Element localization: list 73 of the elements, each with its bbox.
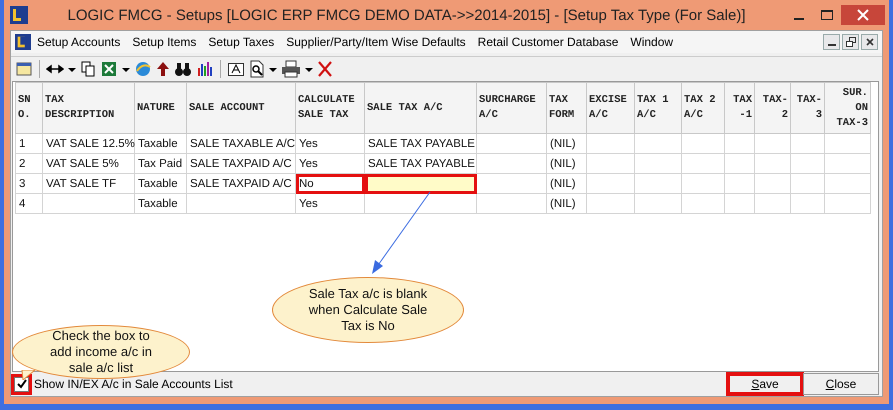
- binoculars-icon[interactable]: [174, 60, 192, 78]
- column-header[interactable]: TAX 2 A/C: [682, 82, 724, 134]
- close-icon: [866, 38, 874, 46]
- copy-icon[interactable]: [80, 60, 96, 78]
- table-cell: Yes: [296, 134, 364, 154]
- restore-icon: [846, 37, 856, 47]
- printer-icon[interactable]: [281, 60, 301, 78]
- column-header[interactable]: SUR. ON TAX-3: [824, 82, 870, 134]
- app-logo-icon: [10, 6, 28, 24]
- column-header[interactable]: TAX- 3: [790, 82, 824, 134]
- window-title: LOGIC FMCG - Setups [LOGIC ERP FMCG DEMO DATA->>2014-2015] - [Setup Tax Type (For Sale)]: [66, 6, 746, 24]
- bar-chart-icon[interactable]: [196, 60, 214, 78]
- table-cell: SALE TAXPAID A/C: [186, 154, 296, 174]
- table-cell: 1: [16, 134, 42, 154]
- table-cell: Taxable: [134, 134, 186, 154]
- table-cell: Tax Paid: [134, 154, 186, 174]
- close-button[interactable]: [861, 34, 878, 50]
- window-icon[interactable]: [15, 60, 33, 78]
- table-cell: (NIL): [546, 134, 586, 154]
- column-header[interactable]: SALE ACCOUNT: [186, 82, 296, 134]
- column-header[interactable]: TAX -1: [724, 82, 754, 134]
- table-cell: Taxable: [134, 194, 186, 214]
- menu-item[interactable]: Supplier/Party/Item Wise Defaults: [280, 33, 472, 51]
- app-logo-icon: [15, 34, 31, 50]
- table-cell: VAT SALE 5%: [42, 154, 134, 174]
- spreadsheet-icon[interactable]: [100, 60, 118, 78]
- close-button[interactable]: Close: [803, 373, 879, 395]
- table-cell: SALE TAXABLE A/C: [186, 134, 296, 154]
- menu-item[interactable]: Setup Items: [126, 33, 202, 51]
- table-cell: SALE TAXPAID A/C: [186, 174, 296, 194]
- table-cell: 4: [16, 194, 42, 214]
- minimize-icon: [828, 44, 836, 46]
- table-cell: 3: [16, 174, 42, 194]
- menu-item[interactable]: Window: [624, 33, 680, 51]
- table-cell: Taxable: [134, 174, 186, 194]
- table-cell: VAT SALE 12.5%: [42, 134, 134, 154]
- close-icon[interactable]: [317, 60, 333, 78]
- column-header[interactable]: TAX FORM: [546, 82, 586, 134]
- up-arrow-icon[interactable]: [156, 60, 170, 78]
- column-header[interactable]: NATURE: [134, 82, 186, 134]
- column-header[interactable]: TAX 1 A/C: [634, 82, 682, 134]
- table-cell: 2: [16, 154, 42, 174]
- table-cell: (NIL): [546, 174, 586, 194]
- close-icon: [857, 9, 869, 21]
- input-field[interactable]: [364, 174, 476, 194]
- menu-item[interactable]: Setup Taxes: [202, 33, 280, 51]
- column-header[interactable]: CALCULATE SALE TAX: [296, 82, 364, 134]
- font-icon[interactable]: [227, 60, 245, 78]
- checkbox-label: Show IN/EX A/c in Sale Accounts List: [34, 377, 233, 391]
- close-button[interactable]: [841, 5, 885, 25]
- table-cell: (NIL): [546, 154, 586, 174]
- table-cell: SALE TAX PAYABLE: [364, 134, 476, 154]
- table-cell: VAT SALE TF: [42, 174, 134, 194]
- table-cell: No: [296, 174, 364, 194]
- callout-tail: [20, 370, 36, 380]
- preview-icon[interactable]: [249, 60, 265, 78]
- column-header[interactable]: EXCISE A/C: [586, 82, 634, 134]
- save-button[interactable]: Save: [727, 373, 803, 395]
- column-header[interactable]: SURCHARGE A/C: [476, 82, 546, 134]
- minimize-button[interactable]: [823, 34, 840, 50]
- column-header[interactable]: SN O.: [16, 82, 42, 134]
- table-cell: (NIL): [546, 194, 586, 214]
- restore-button[interactable]: [842, 34, 859, 50]
- table-cell: Yes: [296, 194, 364, 214]
- column-header[interactable]: TAX- 2: [754, 82, 790, 134]
- column-header[interactable]: SALE TAX A/C: [364, 82, 476, 134]
- column-header[interactable]: TAX DESCRIPTION: [42, 82, 134, 134]
- menu-item[interactable]: Setup Accounts: [31, 33, 126, 51]
- maximize-icon: [821, 10, 833, 20]
- menu-item[interactable]: Retail Customer Database: [472, 33, 624, 51]
- check-icon: [16, 378, 27, 390]
- minimize-icon: [794, 18, 804, 20]
- table-cell: Yes: [296, 154, 364, 174]
